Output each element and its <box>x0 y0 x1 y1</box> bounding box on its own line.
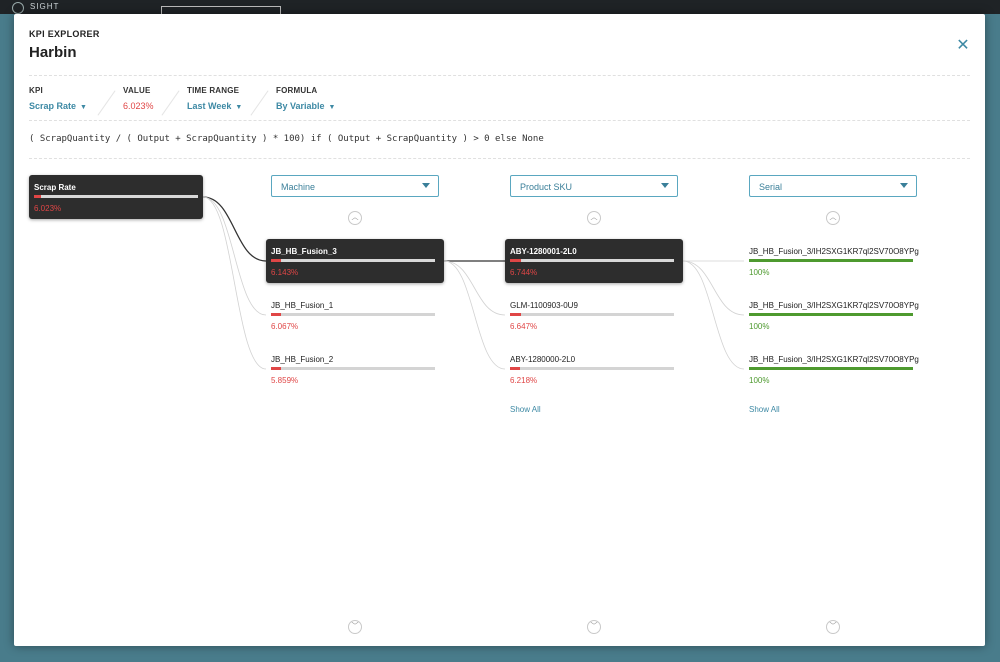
scroll-up-button[interactable]: ︿ <box>826 211 840 225</box>
tree-node[interactable]: JB_HB_Fusion_3/IH2SXG1KR7ql2SV70O8YPg 10… <box>744 239 922 283</box>
group-by-select-value: Product SKU <box>520 182 573 192</box>
node-bar <box>510 367 674 370</box>
connector-line <box>202 196 267 370</box>
node-name: JB_HB_Fusion_2 <box>271 355 334 364</box>
app-logo-icon <box>12 2 24 14</box>
tree-node[interactable]: JB_HB_Fusion_2 5.859% <box>266 347 444 391</box>
node-bar <box>749 313 913 316</box>
node-name: JB_HB_Fusion_3 <box>271 247 337 256</box>
scroll-down-button[interactable]: ﹀ <box>826 620 840 634</box>
node-bar <box>34 195 198 198</box>
scroll-up-button[interactable]: ︿ <box>348 211 362 225</box>
chevron-down-icon: ﹀ <box>590 623 598 630</box>
node-bar-fill <box>510 367 520 370</box>
scroll-down-button[interactable]: ﹀ <box>348 620 362 634</box>
node-bar <box>510 313 674 316</box>
node-percent: 100% <box>749 376 770 385</box>
node-bar-fill <box>271 367 281 370</box>
group-by-select-0[interactable]: Machine <box>271 175 439 197</box>
tree-node[interactable]: ABY-1280000-2L0 6.218% <box>505 347 683 391</box>
chevron-up-icon: ︿ <box>590 214 598 221</box>
tree-node[interactable]: JB_HB_Fusion_3 6.143% <box>266 239 444 283</box>
show-all-link[interactable]: Show All <box>749 405 780 414</box>
chevron-down-icon: ﹀ <box>829 623 837 630</box>
node-percent: 6.744% <box>510 268 538 277</box>
group-by-select-value: Machine <box>281 182 316 192</box>
node-bar <box>271 367 435 370</box>
node-bar <box>271 259 435 262</box>
caret-down-icon <box>422 183 430 188</box>
tree-node[interactable]: JB_HB_Fusion_3/IH2SXG1KR7ql2SV70O8YPg 10… <box>744 347 922 391</box>
chevron-up-icon: ︿ <box>829 214 837 221</box>
app-logo-text: SIGHT <box>30 2 60 11</box>
tree-node[interactable]: GLM-1100903-0U9 6.647% <box>505 293 683 337</box>
node-name: ABY-1280000-2L0 <box>510 355 576 364</box>
node-name: JB_HB_Fusion_3/IH2SXG1KR7ql2SV70O8YPg <box>749 355 919 364</box>
app-topbar: SIGHT <box>0 0 1000 15</box>
node-bar <box>749 367 913 370</box>
scroll-down-button[interactable]: ﹀ <box>587 620 601 634</box>
scroll-up-button[interactable]: ︿ <box>587 211 601 225</box>
node-bar-fill <box>34 195 41 198</box>
group-by-select-2[interactable]: Serial <box>749 175 917 197</box>
node-bar <box>510 259 674 262</box>
node-name: JB_HB_Fusion_3/IH2SXG1KR7ql2SV70O8YPg <box>749 247 919 256</box>
root-node[interactable]: Scrap Rate 6.023% <box>29 175 203 219</box>
node-name: GLM-1100903-0U9 <box>510 301 578 310</box>
connector-line <box>682 260 745 316</box>
tree-node[interactable]: JB_HB_Fusion_1 6.067% <box>266 293 444 337</box>
tree-node[interactable]: ABY-1280001-2L0 6.744% <box>505 239 683 283</box>
chevron-up-icon: ︿ <box>351 214 359 221</box>
group-by-select-1[interactable]: Product SKU <box>510 175 678 197</box>
node-bar-fill <box>271 313 281 316</box>
node-bar <box>271 313 435 316</box>
connector-line <box>202 196 267 262</box>
node-percent: 6.023% <box>34 204 62 213</box>
caret-down-icon <box>900 183 908 188</box>
show-all-link[interactable]: Show All <box>510 405 541 414</box>
node-percent: 6.067% <box>271 322 299 331</box>
node-name: ABY-1280001-2L0 <box>510 247 577 256</box>
connector-line <box>202 196 267 316</box>
node-bar-fill <box>510 259 522 262</box>
node-bar-fill <box>271 259 281 262</box>
node-name: JB_HB_Fusion_3/IH2SXG1KR7ql2SV70O8YPg <box>749 301 919 310</box>
caret-down-icon <box>661 183 669 188</box>
connector-line <box>443 260 506 370</box>
node-bar-fill <box>510 313 522 316</box>
node-percent: 100% <box>749 322 770 331</box>
node-percent: 6.143% <box>271 268 299 277</box>
node-bar <box>749 259 913 262</box>
group-by-select-value: Serial <box>759 182 783 192</box>
tree-node[interactable]: JB_HB_Fusion_3/IH2SXG1KR7ql2SV70O8YPg 10… <box>744 293 922 337</box>
node-name: Scrap Rate <box>34 183 76 192</box>
chevron-down-icon: ﹀ <box>351 623 359 630</box>
node-percent: 6.218% <box>510 376 538 385</box>
node-percent: 6.647% <box>510 322 538 331</box>
node-percent: 100% <box>749 268 770 277</box>
connector-line <box>682 260 745 370</box>
node-name: JB_HB_Fusion_1 <box>271 301 334 310</box>
kpi-explorer-modal: KPI EXPLORER Harbin ✕ KPI Scrap Rate ▼ VA… <box>14 14 985 646</box>
node-percent: 5.859% <box>271 376 299 385</box>
connector-line <box>443 260 506 316</box>
